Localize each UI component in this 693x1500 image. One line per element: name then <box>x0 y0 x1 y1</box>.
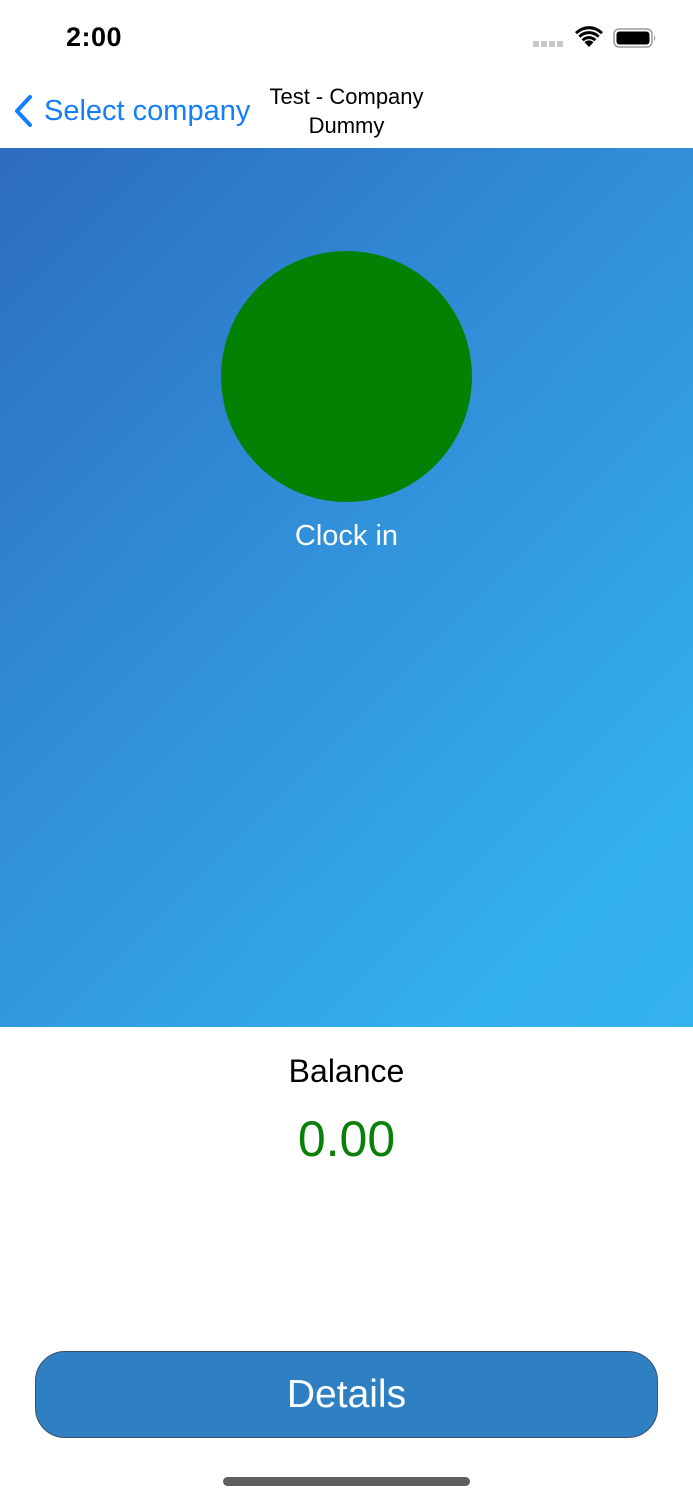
status-time: 2:00 <box>66 22 123 52</box>
details-button-label: Details <box>286 1372 407 1416</box>
page-title: Test - Company Dummy <box>269 84 424 138</box>
back-button[interactable]: Select company <box>12 92 250 130</box>
balance-value: 0.00 <box>297 1111 396 1167</box>
details-button[interactable]: Details <box>35 1351 658 1438</box>
battery-icon <box>613 28 656 48</box>
app-screen: 2:00 Select company Test - Company Dummy… <box>0 0 693 1500</box>
navigation-bar: Select company Test - Company Dummy <box>0 76 693 148</box>
cellular-signal-icon <box>533 41 565 47</box>
status-bar: 2:00 <box>0 0 693 76</box>
clock-in-button[interactable] <box>221 251 472 502</box>
clock-panel: Clock in <box>0 148 693 1027</box>
clock-in-label: Clock in <box>294 520 399 552</box>
balance-label: Balance <box>288 1053 405 1089</box>
wifi-icon <box>575 26 603 47</box>
back-button-label: Select company <box>44 94 251 127</box>
home-indicator[interactable] <box>223 1477 470 1486</box>
chevron-left-icon <box>15 95 32 127</box>
